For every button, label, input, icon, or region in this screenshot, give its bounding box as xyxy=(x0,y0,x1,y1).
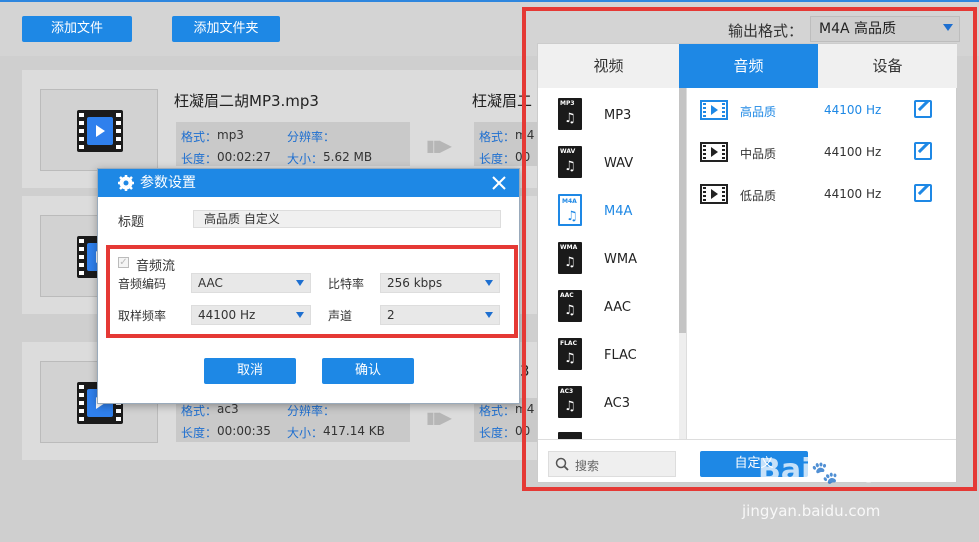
samplerate-label: 取样频率 xyxy=(118,309,167,323)
length-key: 长度： xyxy=(181,152,218,166)
title-input[interactable]: 高品质 自定义 xyxy=(193,210,501,228)
cancel-button[interactable]: 取消 xyxy=(204,358,296,384)
resolution-key: 分辨率： xyxy=(287,404,336,418)
samplerate-select[interactable]: 44100 Hz xyxy=(191,305,311,325)
size-value: 417.14 KB xyxy=(323,424,385,438)
format-key: 格式： xyxy=(479,130,516,144)
length-key: 长度： xyxy=(479,152,516,166)
dialog-title: 参数设置 xyxy=(140,175,196,191)
format-value: ac3 xyxy=(217,402,239,416)
add-file-button[interactable]: 添加文件 xyxy=(22,16,132,42)
paw-icon: 🐾 xyxy=(811,461,839,486)
convert-arrow-icon: ▮▮▶ xyxy=(426,408,452,427)
codec-select[interactable]: AAC xyxy=(191,273,311,293)
file-thumbnail xyxy=(40,89,158,171)
channel-value: 2 xyxy=(387,308,395,322)
samplerate-value: 44100 Hz xyxy=(198,308,256,322)
format-value: mp3 xyxy=(217,128,244,142)
channel-select[interactable]: 2 xyxy=(380,305,500,325)
length-value: 00:02:27 xyxy=(217,150,271,164)
file-name: 枉凝眉二胡MP3.mp3 xyxy=(174,92,319,110)
add-folder-button[interactable]: 添加文件夹 xyxy=(172,16,280,42)
size-key: 大小： xyxy=(287,426,324,440)
length-key: 长度： xyxy=(479,426,516,440)
resolution-key: 分辨率： xyxy=(287,130,336,144)
format-key: 格式： xyxy=(479,404,516,418)
watermark-url: jingyan.baidu.com xyxy=(742,502,881,520)
dialog-header: 参数设置 xyxy=(98,169,519,197)
audio-stream-checkbox[interactable]: ✓ xyxy=(118,257,129,268)
file-info: 格式： mp3 分辨率： 长度： 00:02:27 大小： 5.62 MB xyxy=(176,122,410,166)
watermark-brand: Bai xyxy=(758,453,812,488)
confirm-button[interactable]: 确认 xyxy=(322,358,414,384)
channel-label: 声道 xyxy=(328,309,353,323)
watermark-brand2: 经验 xyxy=(838,458,887,486)
size-value: 5.62 MB xyxy=(323,150,373,164)
highlight-box xyxy=(522,7,977,491)
bitrate-select[interactable]: 256 kbps xyxy=(380,273,500,293)
format-key: 格式： xyxy=(181,130,218,144)
watermark-logo: Bai🐾经验 xyxy=(758,452,887,488)
length-key: 长度： xyxy=(181,426,218,440)
bitrate-label: 比特率 xyxy=(328,277,365,291)
size-key: 大小： xyxy=(287,152,324,166)
gear-icon xyxy=(118,175,134,191)
video-icon xyxy=(77,110,123,152)
file-info: 格式： ac3 分辨率： 长度： 00:00:35 大小： 417.14 KB xyxy=(176,398,410,442)
title-label: 标题 xyxy=(118,215,145,230)
audio-stream-label: 音频流 xyxy=(136,259,176,274)
codec-label: 音频编码 xyxy=(118,277,167,291)
close-icon[interactable] xyxy=(492,176,506,190)
settings-dialog: 参数设置 标题 高品质 自定义 ✓ 音频流 音频编码 AAC 比特率 256 k… xyxy=(97,168,520,404)
length-value: 00:00:35 xyxy=(217,424,271,438)
bitrate-value: 256 kbps xyxy=(387,276,443,290)
convert-arrow-icon: ▮▮▶ xyxy=(426,136,452,155)
codec-value: AAC xyxy=(198,276,223,290)
format-key: 格式： xyxy=(181,404,218,418)
